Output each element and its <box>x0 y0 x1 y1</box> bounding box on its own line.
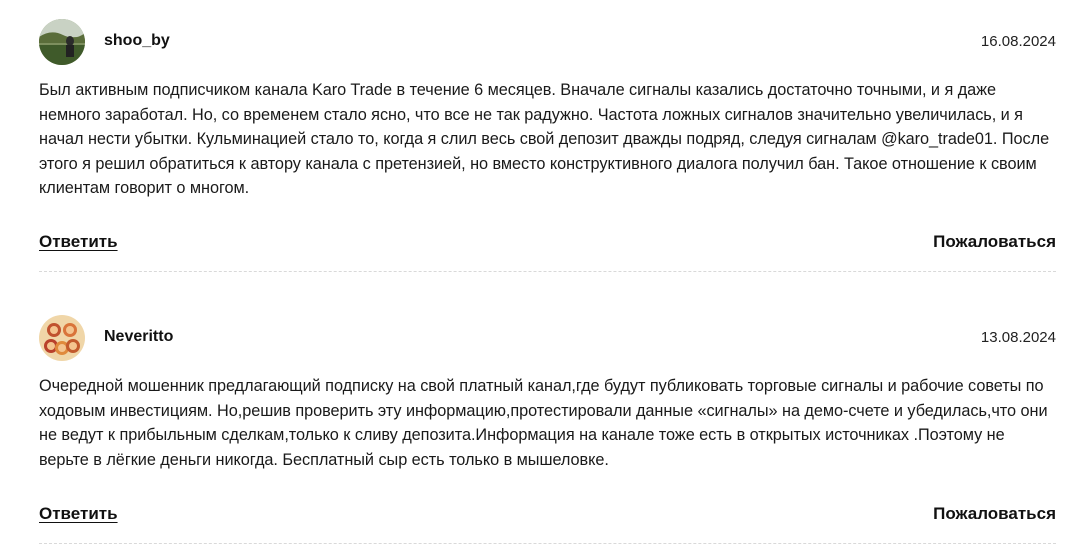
comment-header: shoo_by 16.08.2024 <box>39 19 1056 69</box>
divider <box>39 543 1056 544</box>
comment-text: Очередной мошенник предлагающий подписку… <box>39 377 1048 469</box>
comment-date: 13.08.2024 <box>980 329 1056 346</box>
comment-item: Neveritto 13.08.2024 Очередной мошенник … <box>39 315 1056 555</box>
divider <box>39 271 1056 272</box>
comment-item: shoo_by 16.08.2024 Был активным подписчи… <box>39 19 1056 274</box>
comment-actions: Ответить Пожаловаться <box>39 504 1056 528</box>
comment-text: Был активным подписчиком канала Karo Tra… <box>39 81 1050 198</box>
avatar-image <box>39 19 85 65</box>
reply-link[interactable]: Ответить <box>39 232 118 252</box>
avatar[interactable] <box>39 19 85 65</box>
comment-actions: Ответить Пожаловаться <box>39 232 1056 256</box>
author-name[interactable]: shoo_by <box>104 31 170 51</box>
author-name[interactable]: Neveritto <box>104 327 173 347</box>
report-link[interactable]: Пожаловаться <box>933 504 1056 524</box>
comment-header: Neveritto 13.08.2024 <box>39 315 1056 365</box>
comment-date: 16.08.2024 <box>980 33 1056 50</box>
reply-link[interactable]: Ответить <box>39 504 118 524</box>
avatar[interactable] <box>39 315 85 361</box>
report-link[interactable]: Пожаловаться <box>933 232 1056 252</box>
avatar-image <box>39 315 85 361</box>
